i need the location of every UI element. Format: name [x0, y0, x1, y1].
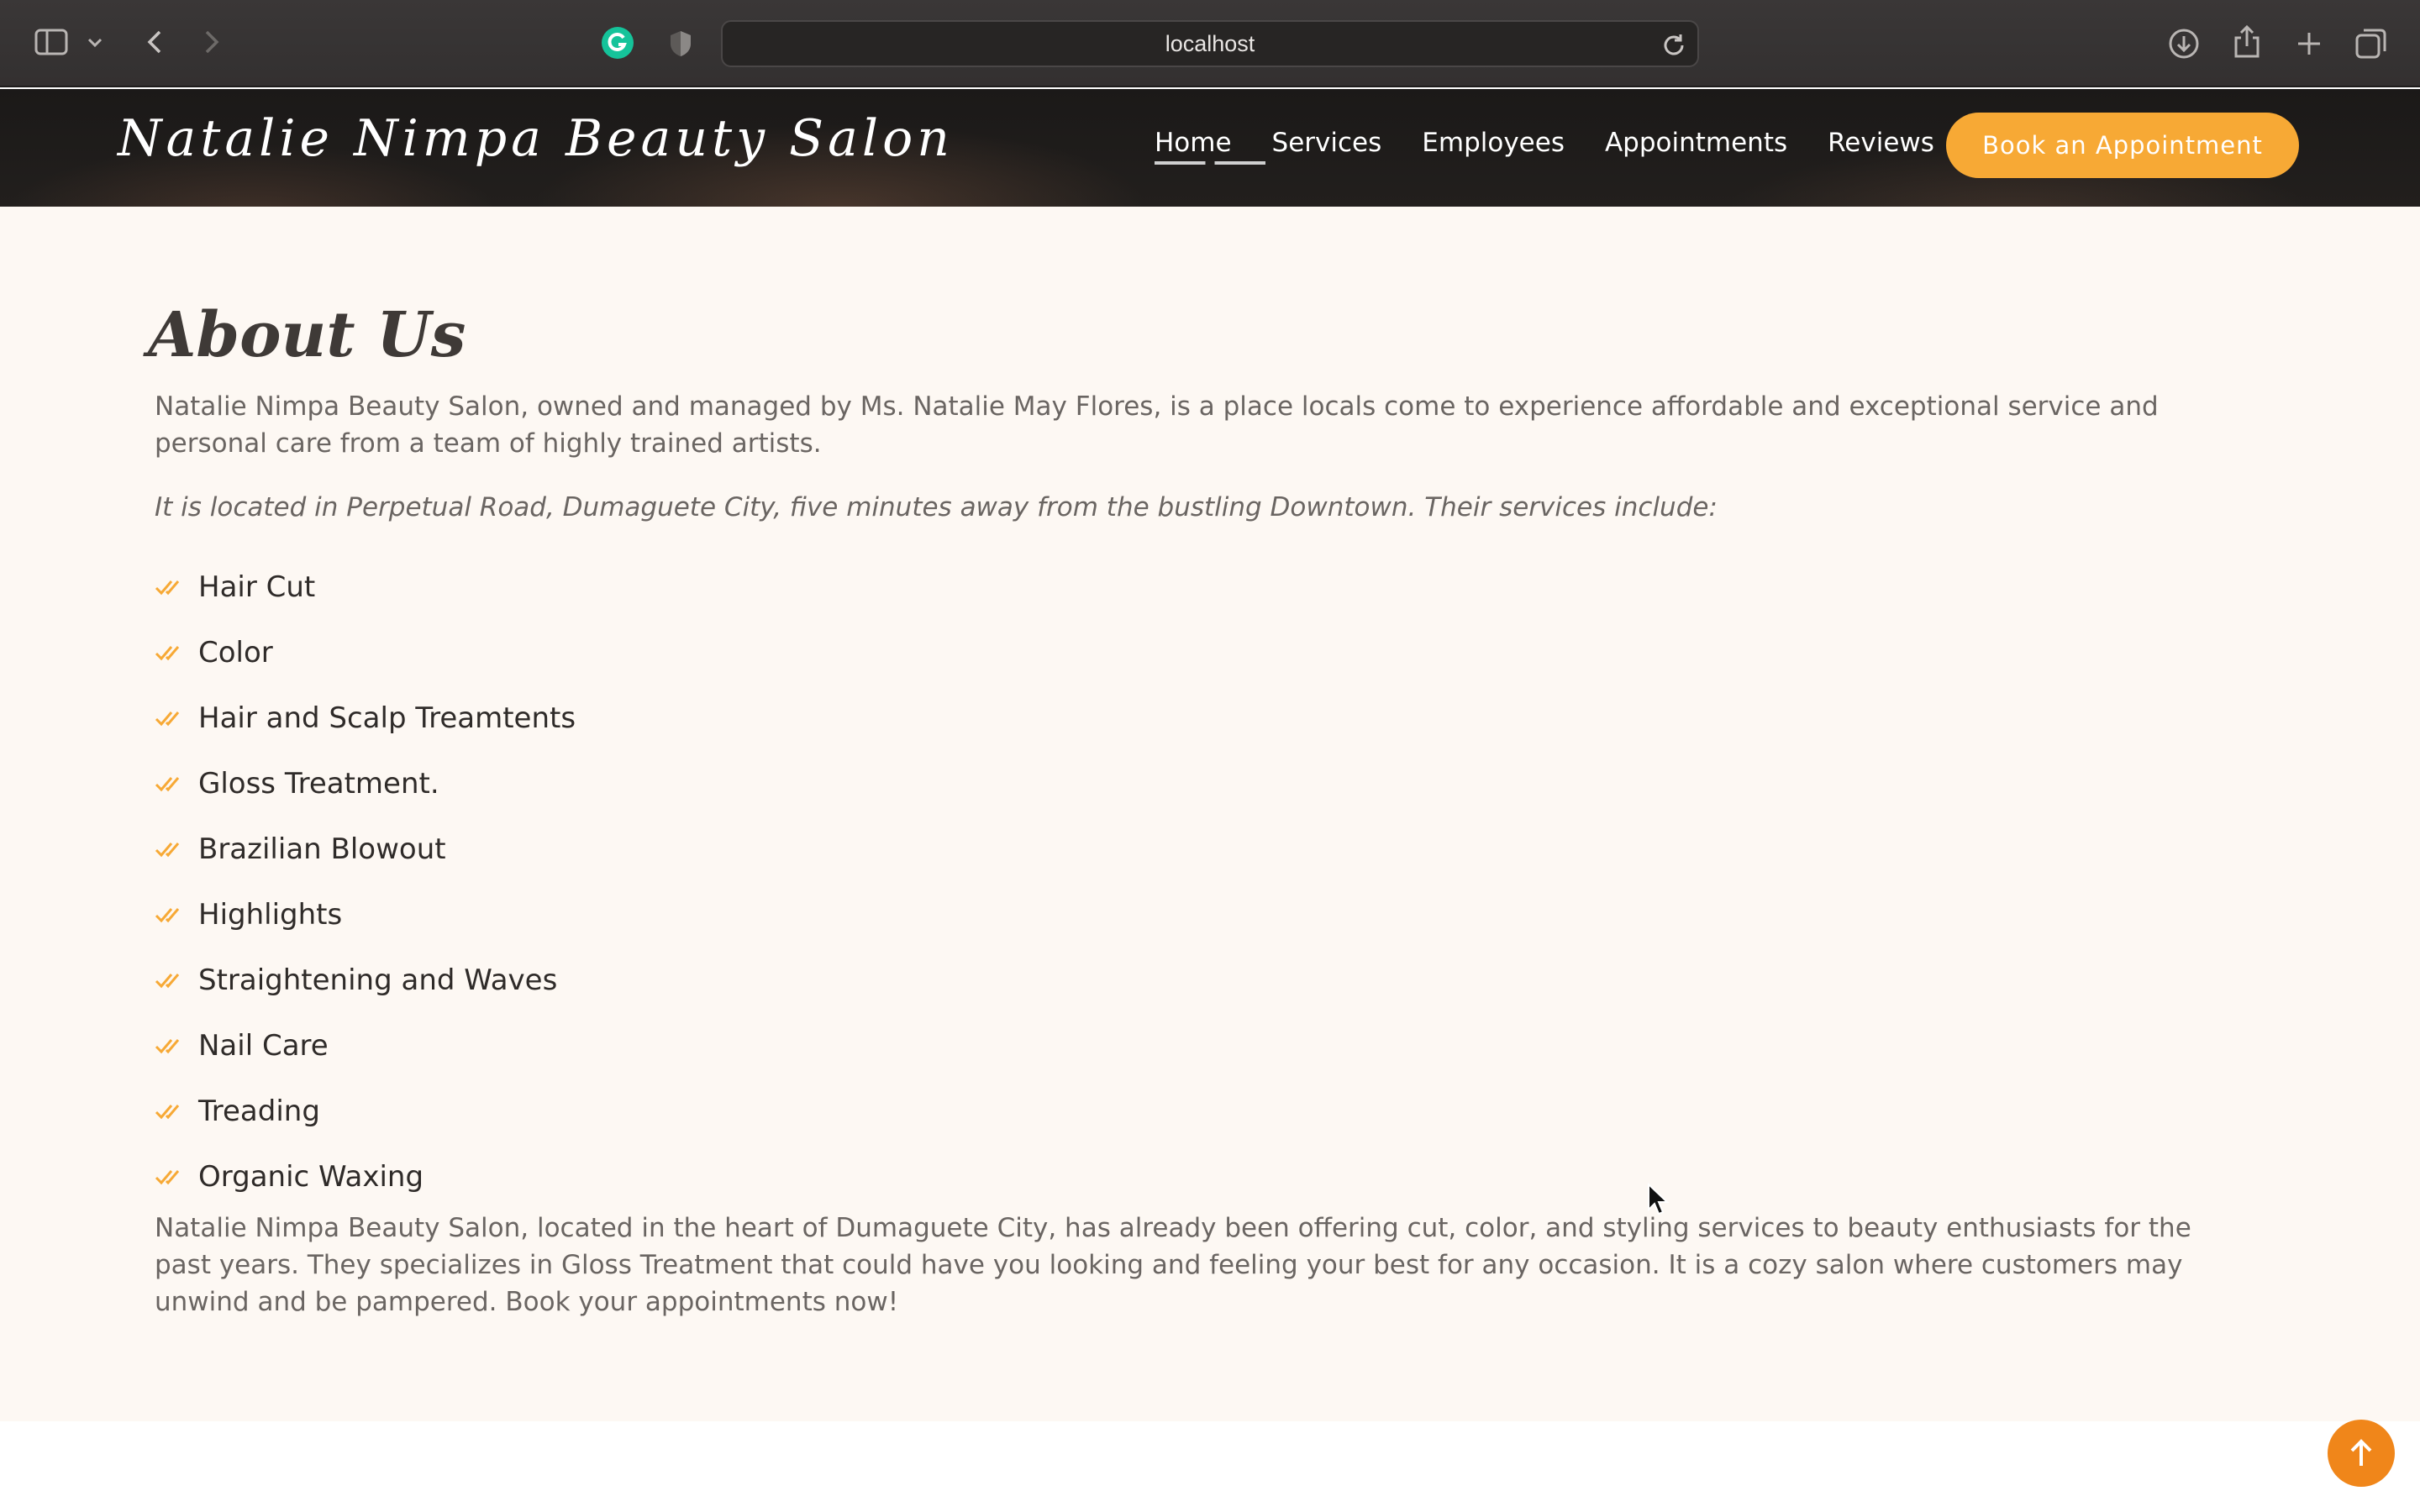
about-title: About Us [148, 299, 466, 371]
list-item: Hair Cut [155, 554, 576, 620]
double-check-icon [155, 837, 188, 862]
double-check-icon [155, 902, 188, 927]
service-label: Highlights [198, 898, 343, 932]
list-item: Gloss Treatment. [155, 751, 576, 816]
service-label: Hair and Scalp Treamtents [198, 701, 576, 735]
mouse-cursor-icon [1647, 1182, 1670, 1220]
arrow-up-icon [2350, 1439, 2372, 1466]
service-label: Organic Waxing [198, 1160, 424, 1194]
service-label: Treading [198, 1095, 320, 1128]
services-list: Hair Cut Color Hair and Scalp Treamtents… [155, 554, 576, 1210]
tabs-overview-icon[interactable] [2353, 25, 2390, 62]
back-to-top-button[interactable] [2328, 1420, 2395, 1487]
nav-reviews[interactable]: Reviews [1828, 128, 1934, 158]
sidebar-icon[interactable] [32, 25, 71, 59]
double-check-icon [155, 1033, 188, 1058]
list-item: Straightening and Waves [155, 948, 576, 1013]
double-check-icon [155, 771, 188, 796]
download-icon[interactable] [2165, 25, 2203, 62]
list-item: Nail Care [155, 1013, 576, 1079]
nav-appointments[interactable]: Appointments [1605, 128, 1787, 158]
browser-toolbar: localhost [0, 0, 2420, 87]
site-logo[interactable]: Natalie Nimpa Beauty Salon [118, 109, 954, 168]
service-label: Nail Care [198, 1029, 329, 1063]
double-check-icon [155, 968, 188, 993]
address-bar[interactable]: localhost [721, 20, 1699, 67]
service-label: Color [198, 636, 273, 669]
nav-employees[interactable]: Employees [1422, 128, 1565, 158]
site-header: Natalie Nimpa Beauty Salon Home Services… [0, 89, 2420, 207]
chevron-down-icon[interactable] [82, 30, 108, 55]
double-check-icon [155, 1099, 188, 1124]
about-location: It is located in Perpetual Road, Dumague… [155, 492, 1718, 522]
book-appointment-button[interactable]: Book an Appointment [1946, 113, 2299, 178]
list-item: Color [155, 620, 576, 685]
list-item: Organic Waxing [155, 1144, 576, 1210]
service-label: Gloss Treatment. [198, 767, 439, 801]
shield-icon[interactable] [664, 27, 697, 60]
service-label: Hair Cut [198, 570, 316, 604]
about-section: About Us Natalie Nimpa Beauty Salon, own… [0, 207, 2420, 1421]
url-text: localhost [1165, 30, 1255, 56]
service-label: Brazilian Blowout [198, 832, 446, 866]
footer-area [0, 1421, 2420, 1512]
double-check-icon [155, 575, 188, 600]
double-check-icon [155, 706, 188, 731]
share-icon[interactable] [2228, 22, 2265, 62]
service-label: Straightening and Waves [198, 963, 558, 997]
list-item: Highlights [155, 882, 576, 948]
reload-icon[interactable] [1662, 32, 1686, 55]
forward-icon[interactable] [195, 25, 229, 59]
new-tab-icon[interactable] [2291, 25, 2328, 62]
about-intro: Natalie Nimpa Beauty Salon, owned and ma… [155, 391, 2159, 459]
list-item: Brazilian Blowout [155, 816, 576, 882]
back-icon[interactable] [138, 25, 171, 59]
list-item: Treading [155, 1079, 576, 1144]
main-nav: Home Services Employees Appointments Rev… [1155, 128, 1934, 165]
double-check-icon [155, 1164, 188, 1189]
list-item: Hair and Scalp Treamtents [155, 685, 576, 751]
about-closing: Natalie Nimpa Beauty Salon, located in t… [155, 1213, 2191, 1317]
nav-home[interactable]: Home [1155, 128, 1265, 165]
double-check-icon [155, 640, 188, 665]
grammarly-icon[interactable] [600, 25, 635, 60]
nav-services[interactable]: Services [1272, 128, 1382, 158]
